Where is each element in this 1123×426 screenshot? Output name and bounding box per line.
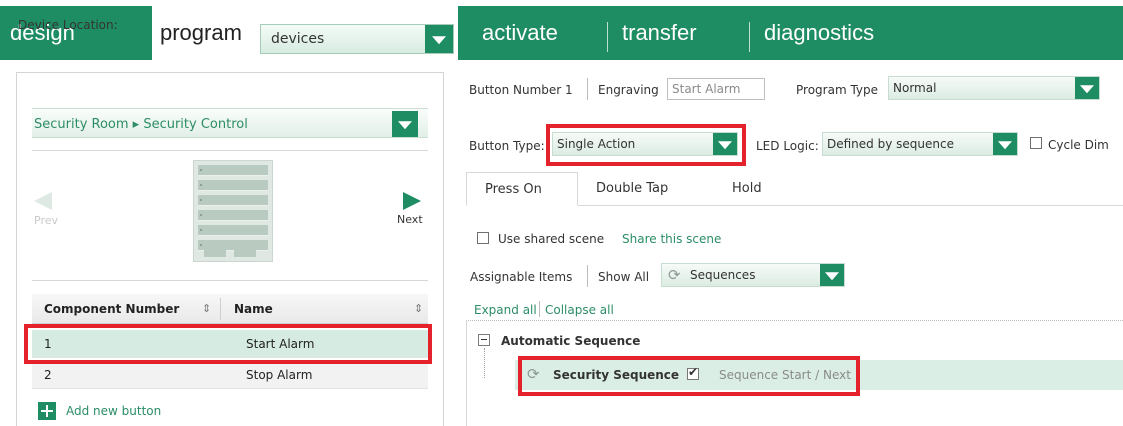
sort-icon[interactable]: ⇕ — [202, 302, 211, 315]
nav-divider — [749, 22, 750, 52]
tab-activate[interactable]: activate — [482, 20, 558, 46]
tab-diagnostics[interactable]: diagnostics — [764, 20, 874, 46]
sequences-dropdown[interactable]: ⟳ Sequences — [661, 263, 845, 287]
device-location-dropdown[interactable]: Security Room ▸ Security Control — [32, 108, 428, 138]
keypad-image — [193, 160, 273, 262]
next-arrow-icon[interactable] — [403, 192, 421, 210]
devices-dropdown-value: devices — [271, 31, 325, 47]
tab-program[interactable]: program devices — [152, 6, 458, 60]
expand-all-link[interactable]: Expand all — [474, 303, 537, 317]
devices-dropdown[interactable]: devices — [260, 24, 454, 54]
chevron-down-icon[interactable] — [993, 133, 1017, 155]
share-scene-link[interactable]: Share this scene — [622, 232, 721, 246]
engraving-label: Engraving — [598, 83, 659, 97]
column-header-name[interactable]: Name — [234, 302, 273, 316]
device-location-label: Device Location: — [18, 18, 118, 32]
engraving-input[interactable]: Start Alarm — [667, 78, 765, 100]
chevron-down-icon[interactable] — [425, 25, 453, 53]
collapse-all-link[interactable]: Collapse all — [545, 303, 614, 317]
row-name: Stop Alarm — [246, 368, 313, 382]
cycle-dim-label: Cycle Dim — [1048, 138, 1109, 152]
column-header-component[interactable]: Component Number — [44, 302, 179, 316]
divider — [32, 280, 428, 281]
action-tabs: Press On Double Tap Hold — [466, 172, 1123, 206]
tab-program-label: program — [160, 20, 242, 45]
cycle-dim-checkbox[interactable] — [1030, 137, 1042, 149]
use-shared-scene-label: Use shared scene — [498, 232, 605, 246]
top-navigation: design program devices activate transfer… — [0, 0, 1123, 60]
program-type-value: Normal — [893, 81, 937, 95]
table-row[interactable]: 2 Stop Alarm — [32, 361, 428, 389]
chevron-down-icon[interactable] — [820, 264, 844, 286]
tab-double-tap[interactable]: Double Tap — [578, 172, 704, 206]
tree-group-label[interactable]: Automatic Sequence — [501, 334, 640, 348]
divider — [32, 150, 428, 151]
led-logic-dropdown[interactable]: Defined by sequence — [822, 132, 1018, 156]
sort-icon[interactable]: ⇕ — [414, 302, 423, 315]
button-number-label: Button Number 1 — [469, 83, 573, 97]
highlight-box — [546, 124, 746, 166]
add-icon[interactable] — [38, 402, 56, 420]
collapse-minus-icon[interactable] — [478, 334, 490, 346]
led-logic-value: Defined by sequence — [827, 137, 954, 151]
chevron-down-icon[interactable] — [392, 111, 418, 137]
prev-arrow-icon — [34, 192, 52, 210]
tab-hold[interactable]: Hold — [714, 172, 794, 206]
tab-press-on[interactable]: Press On — [466, 172, 578, 206]
use-shared-scene-checkbox[interactable] — [477, 232, 489, 244]
assignable-items-label: Assignable Items — [470, 270, 573, 284]
component-table-header: Component Number ⇕ Name ⇕ — [32, 294, 428, 324]
tab-transfer[interactable]: transfer — [622, 20, 697, 46]
highlight-box — [24, 324, 432, 364]
device-location-value: Security Room ▸ Security Control — [34, 117, 248, 132]
sequences-value: Sequences — [690, 268, 756, 282]
program-type-dropdown[interactable]: Normal — [888, 76, 1100, 100]
row-number: 2 — [44, 368, 52, 382]
chevron-down-icon[interactable] — [1075, 77, 1099, 99]
button-type-label: Button Type: — [469, 139, 545, 153]
led-logic-label: LED Logic: — [756, 139, 819, 153]
engraving-value: Start Alarm — [672, 82, 741, 96]
prev-label: Prev — [34, 214, 58, 227]
highlight-box — [518, 356, 860, 396]
refresh-icon: ⟳ — [668, 266, 681, 284]
program-type-label: Program Type — [796, 83, 879, 97]
add-new-button-link[interactable]: Add new button — [66, 404, 161, 418]
show-all-link[interactable]: Show All — [598, 270, 649, 284]
nav-divider — [607, 22, 608, 52]
next-label[interactable]: Next — [397, 213, 423, 226]
